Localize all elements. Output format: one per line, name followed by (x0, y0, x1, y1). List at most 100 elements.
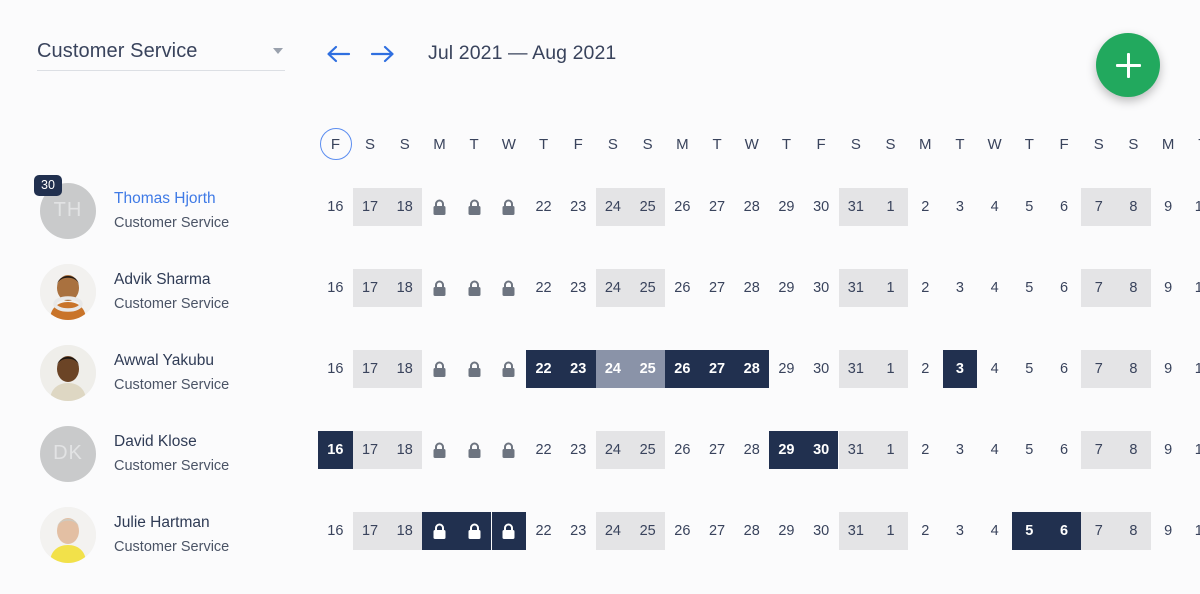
day-header[interactable]: M (422, 126, 457, 162)
day-cell[interactable]: 25 (630, 512, 665, 550)
day-cell[interactable]: 31 (838, 269, 874, 307)
day-cell[interactable]: 30 (804, 350, 839, 388)
day-cell[interactable]: 7 (1081, 269, 1117, 307)
day-cell[interactable]: 17 (352, 431, 388, 469)
day-cell[interactable]: 5 (1012, 350, 1047, 388)
day-cell[interactable]: 22 (526, 269, 561, 307)
employee-name[interactable]: Awwal Yakubu (114, 352, 229, 370)
day-cell[interactable]: 7 (1081, 431, 1117, 469)
day-cell[interactable]: 29 (769, 269, 804, 307)
locked-day-cell[interactable] (492, 188, 527, 226)
locked-day-cell[interactable] (492, 350, 527, 388)
day-cell[interactable]: 6 (1047, 188, 1082, 226)
day-cell[interactable]: 24 (595, 188, 631, 226)
locked-day-cell[interactable] (457, 350, 492, 388)
day-cell[interactable]: 23 (561, 512, 596, 550)
day-cell[interactable]: 30 (804, 188, 839, 226)
day-cell[interactable]: 16 (318, 269, 353, 307)
day-cell[interactable]: 17 (352, 512, 388, 550)
day-header[interactable]: T (1186, 126, 1200, 162)
employee-name[interactable]: Julie Hartman (114, 514, 229, 532)
shift-cell[interactable]: 25 (630, 350, 665, 388)
day-cell[interactable]: 7 (1081, 350, 1117, 388)
employee-list-item[interactable]: TH 30 Thomas Hjorth Customer Service (0, 170, 310, 251)
day-cell[interactable]: 18 (387, 269, 423, 307)
day-cell[interactable]: 27 (700, 269, 735, 307)
day-cell[interactable]: 31 (838, 350, 874, 388)
day-cell[interactable]: 26 (665, 512, 700, 550)
day-cell[interactable]: 18 (387, 512, 423, 550)
previous-period-button[interactable] (324, 40, 352, 68)
day-cell[interactable]: 4 (977, 188, 1012, 226)
day-cell[interactable]: 4 (977, 269, 1012, 307)
day-header[interactable]: S (1081, 126, 1116, 162)
day-cell[interactable]: 24 (595, 269, 631, 307)
locked-day-cell[interactable] (457, 269, 492, 307)
day-cell[interactable]: 30 (804, 512, 839, 550)
locked-day-cell[interactable] (422, 431, 457, 469)
day-header[interactable]: T (1012, 126, 1047, 162)
shift-cell[interactable]: 26 (665, 350, 700, 388)
day-cell[interactable]: 25 (630, 431, 665, 469)
day-cell[interactable]: 3 (943, 269, 978, 307)
shift-cell[interactable]: 3 (942, 350, 978, 388)
day-cell[interactable]: 27 (700, 188, 735, 226)
next-period-button[interactable] (369, 40, 397, 68)
shift-cell[interactable]: 24 (595, 350, 631, 388)
locked-day-cell[interactable] (492, 431, 527, 469)
day-cell[interactable]: 17 (352, 350, 388, 388)
shift-cell[interactable]: 23 (560, 350, 596, 388)
shift-cell[interactable]: 22 (526, 350, 561, 388)
day-cell[interactable]: 9 (1151, 512, 1186, 550)
day-cell[interactable]: 24 (595, 431, 631, 469)
shift-cell[interactable] (422, 512, 457, 550)
day-header[interactable]: M (665, 126, 700, 162)
day-cell[interactable]: 28 (734, 269, 769, 307)
day-cell[interactable]: 22 (526, 512, 561, 550)
day-cell[interactable]: 8 (1116, 512, 1151, 550)
day-cell[interactable]: 6 (1047, 431, 1082, 469)
day-cell[interactable]: 9 (1151, 350, 1186, 388)
day-cell[interactable]: 31 (838, 512, 874, 550)
locked-day-cell[interactable] (457, 431, 492, 469)
day-header[interactable]: W (977, 126, 1012, 162)
day-cell[interactable]: 17 (352, 188, 388, 226)
day-cell[interactable]: 2 (908, 188, 943, 226)
day-cell[interactable]: 16 (318, 512, 353, 550)
employee-name[interactable]: Thomas Hjorth (114, 190, 229, 208)
day-header[interactable]: M (908, 126, 943, 162)
day-header[interactable]: M (1151, 126, 1186, 162)
day-cell[interactable]: 10 (1186, 512, 1200, 550)
day-cell[interactable]: 23 (561, 269, 596, 307)
locked-day-cell[interactable] (422, 350, 457, 388)
day-header-today[interactable]: F (319, 128, 352, 160)
day-header[interactable]: T (769, 126, 804, 162)
day-cell[interactable]: 16 (318, 350, 353, 388)
locked-day-cell[interactable] (492, 269, 527, 307)
day-cell[interactable]: 8 (1116, 269, 1151, 307)
day-cell[interactable]: 22 (526, 188, 561, 226)
shift-cell[interactable]: 6 (1046, 512, 1082, 550)
day-cell[interactable]: 10 (1186, 350, 1200, 388)
day-cell[interactable]: 28 (734, 188, 769, 226)
day-cell[interactable]: 24 (595, 512, 631, 550)
day-cell[interactable]: 23 (561, 188, 596, 226)
day-cell[interactable]: 8 (1116, 188, 1151, 226)
employee-list-item[interactable]: DK David Klose Customer Service (0, 413, 310, 494)
day-cell[interactable]: 3 (943, 188, 978, 226)
day-cell[interactable]: 2 (908, 431, 943, 469)
day-cell[interactable]: 26 (665, 269, 700, 307)
locked-day-cell[interactable] (457, 188, 492, 226)
day-cell[interactable]: 9 (1151, 188, 1186, 226)
day-cell[interactable]: 28 (734, 431, 769, 469)
day-cell[interactable]: 9 (1151, 269, 1186, 307)
shift-cell[interactable]: 16 (318, 431, 353, 469)
day-header[interactable]: W (492, 126, 527, 162)
day-cell[interactable]: 27 (700, 431, 735, 469)
day-cell[interactable]: 1 (873, 512, 908, 550)
shift-cell[interactable]: 28 (734, 350, 770, 388)
day-cell[interactable]: 6 (1047, 269, 1082, 307)
day-cell[interactable]: 6 (1047, 350, 1082, 388)
day-cell[interactable]: 31 (838, 188, 874, 226)
day-cell[interactable]: 5 (1012, 188, 1047, 226)
